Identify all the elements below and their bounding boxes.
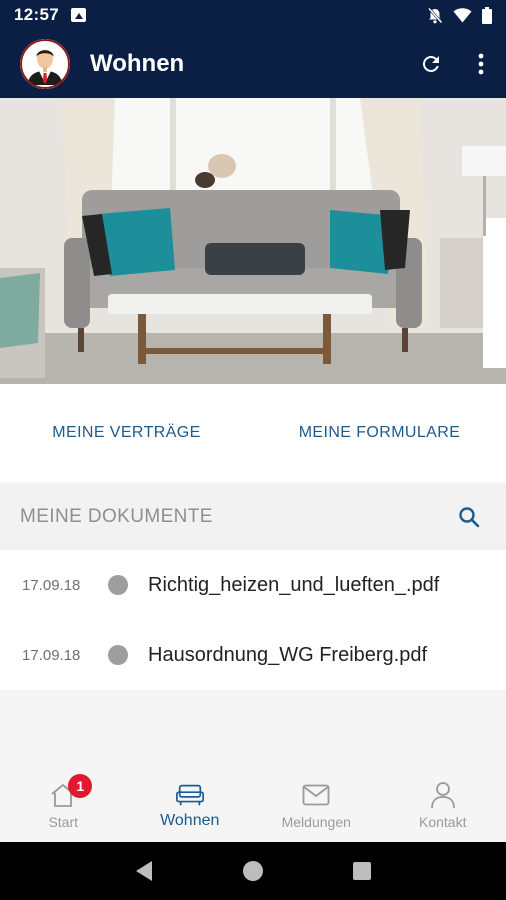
status-dot-icon (108, 575, 128, 595)
bottom-navigation: 1 Start Wohnen Meldungen Kontakt (0, 770, 506, 842)
app-bar: Wohnen (0, 30, 506, 98)
avatar[interactable] (20, 39, 70, 89)
nav-label: Kontakt (419, 814, 467, 830)
nav-label: Wohnen (160, 812, 220, 829)
nav-wohnen[interactable]: Wohnen (127, 770, 254, 842)
recents-button[interactable] (342, 851, 382, 891)
list-item[interactable]: 17.09.18 Richtig_heizen_und_lueften_.pdf (0, 550, 506, 620)
avatar-icon (20, 39, 70, 89)
nav-label: Meldungen (281, 814, 351, 830)
wifi-icon (453, 7, 472, 22)
system-navigation-bar (0, 842, 506, 900)
refresh-icon (422, 55, 439, 72)
documents-header: MEINE DOKUMENTE (0, 484, 506, 550)
nav-start[interactable]: 1 Start (0, 770, 127, 842)
status-bar: 12:57 (0, 0, 506, 30)
mail-icon (301, 780, 331, 810)
battery-icon (482, 6, 492, 24)
app-bar-actions (406, 39, 506, 89)
quick-links: MEINE VERTRÄGE MEINE FORMULARE (0, 384, 506, 482)
document-date: 17.09.18 (22, 576, 81, 594)
document-name: Richtig_heizen_und_lueften_.pdf (148, 573, 440, 596)
document-name: Hausordnung_WG Freiberg.pdf (148, 643, 428, 666)
refresh-button[interactable] (406, 39, 456, 89)
my-forms-link[interactable]: MEINE FORMULARE (253, 424, 506, 442)
status-time: 12:57 (14, 5, 59, 24)
sofa-icon (175, 780, 205, 810)
search-button[interactable] (452, 500, 486, 534)
document-date: 17.09.18 (22, 646, 81, 664)
nav-kontakt[interactable]: Kontakt (380, 770, 506, 842)
nav-label: Start (48, 814, 79, 830)
hero-image (0, 98, 506, 384)
more-options-button[interactable] (456, 39, 506, 89)
more-vert-icon (478, 53, 484, 75)
home-circle-icon (242, 861, 263, 881)
status-icons (427, 6, 492, 24)
search-icon (459, 507, 480, 528)
home-button[interactable] (233, 851, 273, 891)
home-icon: 1 (48, 774, 93, 810)
app-screen: 12:57 Wohnen MEINE VERTRÄGE MEINE FORMUL… (0, 0, 506, 900)
page-title: Wohnen (90, 50, 185, 77)
my-contracts-link[interactable]: MEINE VERTRÄGE (0, 424, 253, 442)
person-icon (428, 780, 458, 810)
documents-title: MEINE DOKUMENTE (20, 506, 213, 527)
recents-icon (352, 862, 371, 880)
list-item[interactable]: 17.09.18 Hausordnung_WG Freiberg.pdf (0, 620, 506, 690)
image-icon (70, 8, 86, 22)
back-icon (136, 861, 153, 881)
nav-meldungen[interactable]: Meldungen (253, 770, 380, 842)
back-button[interactable] (124, 851, 164, 891)
notifications-off-icon (428, 7, 443, 23)
living-room-photo (0, 98, 506, 384)
notification-badge: 1 (68, 774, 93, 798)
documents-list: 17.09.18 Richtig_heizen_und_lueften_.pdf… (0, 550, 506, 690)
status-dot-icon (108, 645, 128, 665)
